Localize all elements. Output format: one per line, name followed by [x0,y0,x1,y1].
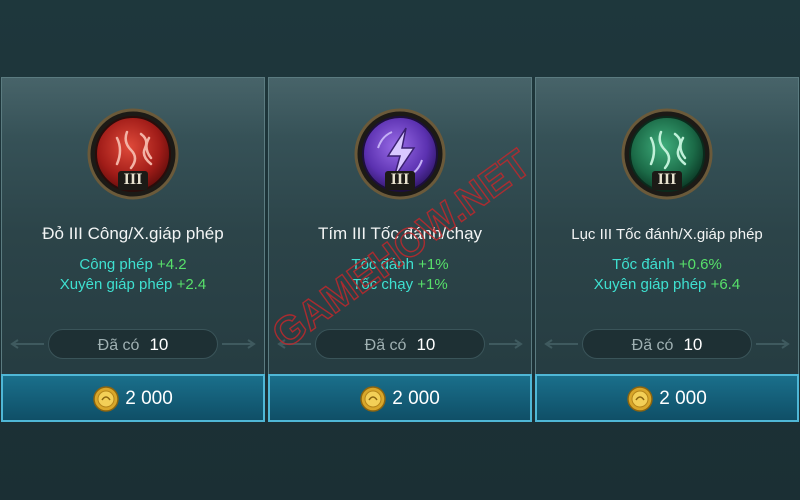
price-label: 2 000 [659,388,707,409]
owned-count: Đã có 10 [277,329,523,359]
owned-count: Đã có 10 [544,329,790,359]
stat-value: +2.4 [176,276,207,293]
stat-value: +1% [418,256,449,273]
rune-stat: Xuyên giáp phép +2.4 [2,276,264,293]
rune-stat: Công phép +4.2 [2,256,264,273]
ornament-left-icon [544,339,578,349]
stat-value: +4.2 [156,256,187,273]
rune-stat: Tốc đánh +0.6% [536,256,798,273]
tier-label: III [123,171,143,188]
rune-stat: Tốc chạy +1% [269,276,531,293]
ornament-right-icon [222,339,256,349]
rune-title: Đỏ III Công/X.giáp phép [42,224,224,243]
gold-coin-icon [627,386,653,412]
stat-name: Tốc đánh [612,256,675,273]
purple-rune-emblem-icon: III [354,108,446,200]
rune-stat: Tốc đánh +1% [269,256,531,273]
gold-coin-icon [93,386,119,412]
stat-name: Công phép [79,256,153,273]
rune-card-purple[interactable]: III Tím III Tốc đánh/chạy Tốc đánh +1% T… [268,77,532,422]
stat-name: Xuyên giáp phép [593,276,707,293]
owned-label: Đã có [97,337,140,354]
tier-label: III [390,171,410,188]
owned-number: 10 [149,335,169,354]
rune-title: Tím III Tốc đánh/chạy [317,224,483,243]
stat-name: Tốc chạy [352,276,414,293]
stat-value: +1% [417,276,448,293]
stat-value: +0.6% [678,256,722,273]
rune-shop: III Đỏ III Công/X.giáp phép Công phép +4… [0,0,800,500]
owned-label: Đã có [364,337,407,354]
rune-stat: Xuyên giáp phép +6.4 [536,276,798,293]
ornament-right-icon [756,339,790,349]
stat-name: Xuyên giáp phép [59,276,173,293]
ornament-left-icon [277,339,311,349]
owned-count: Đã có 10 [10,329,256,359]
tier-label: III [657,171,677,188]
owned-number: 10 [683,335,703,354]
buy-button[interactable]: 2 000 [1,374,265,422]
gold-coin-icon [360,386,386,412]
price-label: 2 000 [125,388,173,409]
stat-name: Tốc đánh [351,256,414,273]
buy-button[interactable]: 2 000 [268,374,532,422]
stat-value: +6.4 [710,276,741,293]
owned-number: 10 [416,335,436,354]
ornament-left-icon [10,339,44,349]
rune-card-red[interactable]: III Đỏ III Công/X.giáp phép Công phép +4… [1,77,265,422]
ornament-right-icon [489,339,523,349]
red-rune-emblem-icon: III [87,108,179,200]
buy-button[interactable]: 2 000 [535,374,799,422]
green-rune-emblem-icon: III [621,108,713,200]
rune-title: Lục III Tốc đánh/X.giáp phép [571,226,763,243]
rune-card-green[interactable]: III Lục III Tốc đánh/X.giáp phép Tốc đán… [535,77,799,422]
owned-label: Đã có [631,337,674,354]
price-label: 2 000 [392,388,440,409]
